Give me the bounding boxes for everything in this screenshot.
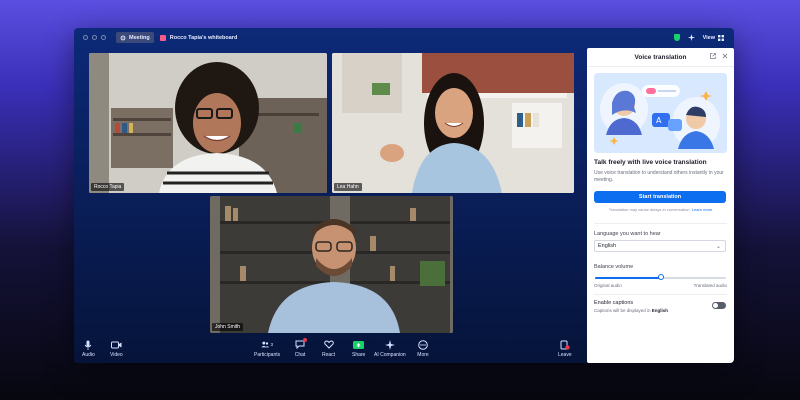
captions-description: Captions will be displayed in English — [594, 308, 668, 313]
microphone-icon — [84, 340, 92, 350]
sparkle-icon[interactable] — [687, 34, 695, 41]
leave-label: Leave — [558, 352, 572, 358]
language-select-value: English — [598, 243, 617, 249]
pop-out-icon[interactable] — [710, 53, 716, 59]
ai-companion-label: AI Companion — [374, 352, 406, 358]
maximize-window-button[interactable] — [101, 35, 106, 40]
gear-icon — [120, 35, 126, 40]
voice-translation-panel: Voice translation A Talk freely with liv… — [587, 48, 734, 363]
svg-text:A: A — [656, 116, 662, 125]
minimize-window-button[interactable] — [92, 35, 97, 40]
meeting-toolbar: Audio Video 3 Participants Chat React Sh… — [74, 336, 587, 363]
captions-label: Enable captions — [594, 300, 634, 306]
whiteboard-tab-label: Rocco Tapia's whiteboard — [169, 34, 238, 41]
participants-button[interactable]: 3 Participants — [254, 339, 280, 358]
video-button[interactable]: Video — [110, 339, 123, 358]
leave-button[interactable]: Leave — [558, 339, 572, 358]
chevron-down-icon: ⌄ — [715, 243, 721, 250]
share-label: Share — [352, 352, 366, 358]
view-menu-button[interactable]: View — [702, 34, 724, 41]
leave-icon — [560, 340, 570, 350]
participant-name-tag: Lea Hahn — [334, 183, 362, 191]
captions-desc-text: Captions will be displayed in — [594, 308, 651, 313]
illustration-image: A — [594, 73, 727, 153]
window-controls — [83, 35, 106, 40]
slider-thumb[interactable] — [657, 274, 664, 280]
chat-button[interactable]: Chat — [294, 338, 307, 358]
language-select[interactable]: English ⌄ — [594, 240, 726, 252]
grid-view-icon — [718, 34, 724, 41]
video-camera-icon — [110, 341, 122, 348]
panel-description: Use voice translation to understand othe… — [594, 170, 724, 183]
start-translation-button[interactable]: Start translation — [594, 191, 726, 203]
participant-name-tag: John Smith — [212, 323, 244, 331]
language-label: Language you want to hear — [594, 231, 661, 237]
captions-language: English — [651, 308, 669, 313]
heart-icon — [323, 340, 334, 349]
share-screen-icon — [353, 340, 365, 349]
react-button[interactable]: React — [322, 339, 335, 358]
panel-heading: Talk freely with live voice translation — [594, 159, 707, 166]
toggle-knob — [713, 303, 718, 308]
audio-label: Audio — [82, 352, 95, 358]
translation-illustration: A — [594, 73, 727, 153]
participants-label: Participants — [254, 352, 281, 358]
chat-label: Chat — [294, 352, 306, 358]
captions-toggle[interactable] — [712, 302, 726, 309]
more-icon — [418, 339, 428, 350]
translated-audio-label: Translated audio — [693, 283, 727, 288]
delay-note: Translation may cause delays in conversa… — [594, 207, 727, 212]
slider-end-labels: Original audio Translated audio — [594, 283, 727, 288]
meeting-tab-label: Meeting — [129, 34, 150, 41]
react-label: React — [322, 352, 336, 358]
learn-more-link[interactable]: Learn more — [692, 207, 712, 212]
participants-count: 3 — [270, 342, 274, 347]
share-button[interactable]: Share — [352, 339, 365, 358]
close-icon[interactable] — [722, 53, 728, 59]
participant-video — [210, 196, 453, 333]
video-label: Video — [110, 352, 123, 358]
close-window-button[interactable] — [83, 35, 88, 40]
more-button[interactable]: More — [417, 339, 429, 358]
divider — [594, 294, 727, 295]
meeting-tab[interactable]: Meeting — [116, 32, 154, 43]
more-label: More — [417, 352, 429, 358]
original-audio-label: Original audio — [594, 283, 622, 288]
divider — [594, 223, 727, 224]
meeting-window: Meeting Rocco Tapia's whiteboard View Ro… — [74, 28, 734, 363]
whiteboard-tab[interactable]: Rocco Tapia's whiteboard — [159, 34, 238, 41]
panel-header: Voice translation — [587, 48, 734, 67]
audio-button[interactable]: Audio — [82, 339, 95, 358]
video-tile-rocco[interactable]: Rocco Tapia — [89, 53, 327, 193]
ai-companion-button[interactable]: AI Companion — [374, 339, 406, 358]
video-tile-john[interactable]: John Smith — [210, 196, 453, 333]
balance-volume-label: Balance volume — [594, 264, 634, 270]
participant-video — [332, 53, 574, 193]
delay-note-text: Translation may cause delays in conversa… — [608, 207, 691, 212]
video-tile-lea[interactable]: Lea Hahn — [332, 53, 574, 193]
view-label: View — [702, 34, 715, 41]
ai-sparkle-icon — [384, 339, 395, 350]
shield-icon[interactable] — [673, 34, 680, 41]
panel-title: Voice translation — [634, 53, 687, 61]
whiteboard-icon — [159, 34, 166, 41]
title-right-controls: View — [673, 34, 724, 41]
title-bar: Meeting Rocco Tapia's whiteboard View — [74, 28, 734, 47]
chat-badge — [303, 338, 307, 342]
balance-volume-slider[interactable] — [595, 274, 726, 280]
participants-icon — [261, 341, 270, 348]
slider-fill — [595, 277, 661, 279]
participant-video — [89, 53, 327, 193]
participant-name-tag: Rocco Tapia — [91, 183, 125, 191]
